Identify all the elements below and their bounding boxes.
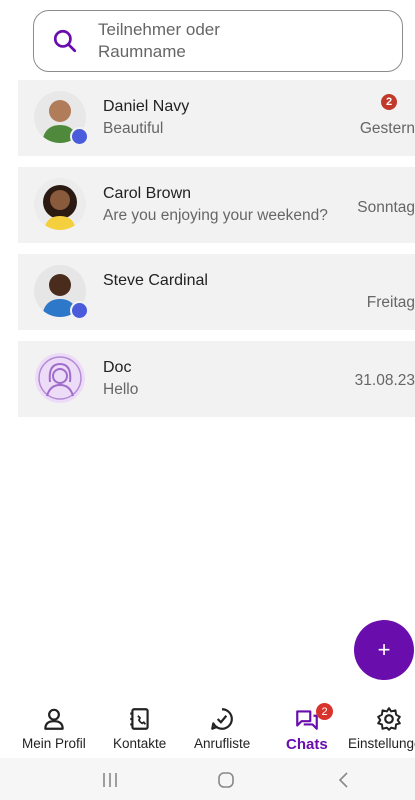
bottom-navigation: Mein Profil Kontakte Anrufliste 2 Chats xyxy=(0,700,415,758)
chat-name: Steve Cardinal xyxy=(103,272,208,289)
unread-badge: 2 xyxy=(381,94,397,110)
back-icon[interactable] xyxy=(334,770,354,790)
chat-time: Sonntag xyxy=(357,199,415,216)
nav-item-profile[interactable]: Mein Profil xyxy=(22,706,86,751)
chat-row[interactable]: Daniel Navy Beautiful 2 Gestern xyxy=(18,80,415,156)
system-navigation-bar xyxy=(0,758,415,800)
chat-row[interactable]: Carol Brown Are you enjoying your weeken… xyxy=(18,167,415,243)
person-icon xyxy=(44,708,64,730)
bot-avatar xyxy=(34,352,86,404)
chat-message: Are you enjoying your weekend? xyxy=(103,207,328,224)
gear-icon xyxy=(376,707,401,731)
call-history-icon xyxy=(211,708,234,730)
presence-indicator xyxy=(70,301,89,320)
contacts-book-icon xyxy=(129,708,149,730)
person-avatar xyxy=(34,178,86,230)
nav-label: Mein Profil xyxy=(22,736,86,751)
new-chat-button[interactable]: + xyxy=(354,620,414,680)
nav-label: Chats xyxy=(286,736,328,753)
chat-time: Freitag xyxy=(366,294,415,311)
nav-item-contacts[interactable]: Kontakte xyxy=(113,706,166,751)
presence-indicator xyxy=(70,127,89,146)
chat-message: Hello xyxy=(103,381,139,398)
search-icon xyxy=(53,29,77,53)
chat-row[interactable]: Doc Hello 31.08.23 xyxy=(18,341,415,417)
chat-name: Daniel Navy xyxy=(103,98,190,115)
chat-list: Daniel Navy Beautiful 2 Gestern Carol Br… xyxy=(18,80,415,428)
chat-name: Doc xyxy=(103,359,132,376)
nav-label: Einstellungen xyxy=(348,736,415,751)
chat-row[interactable]: Steve Cardinal Freitag xyxy=(18,254,415,330)
recent-apps-icon[interactable] xyxy=(100,770,120,790)
nav-label: Kontakte xyxy=(113,736,167,751)
chats-unread-badge: 2 xyxy=(316,703,333,720)
nav-item-chats[interactable]: 2 Chats xyxy=(286,703,333,753)
home-icon[interactable] xyxy=(216,770,236,790)
chat-name: Carol Brown xyxy=(103,185,192,202)
search-placeholder: Teilnehmer oder Raumname xyxy=(98,20,220,61)
nav-item-call-history[interactable]: Anrufliste xyxy=(194,706,250,751)
nav-item-settings[interactable]: Einstellungen xyxy=(348,706,415,751)
chat-time: Gestern xyxy=(359,120,415,137)
search-field[interactable]: Teilnehmer oder Raumname xyxy=(33,10,403,72)
nav-label: Anrufliste xyxy=(194,736,251,751)
chat-time: 31.08.23 xyxy=(354,372,415,389)
chat-message: Beautiful xyxy=(103,120,164,137)
